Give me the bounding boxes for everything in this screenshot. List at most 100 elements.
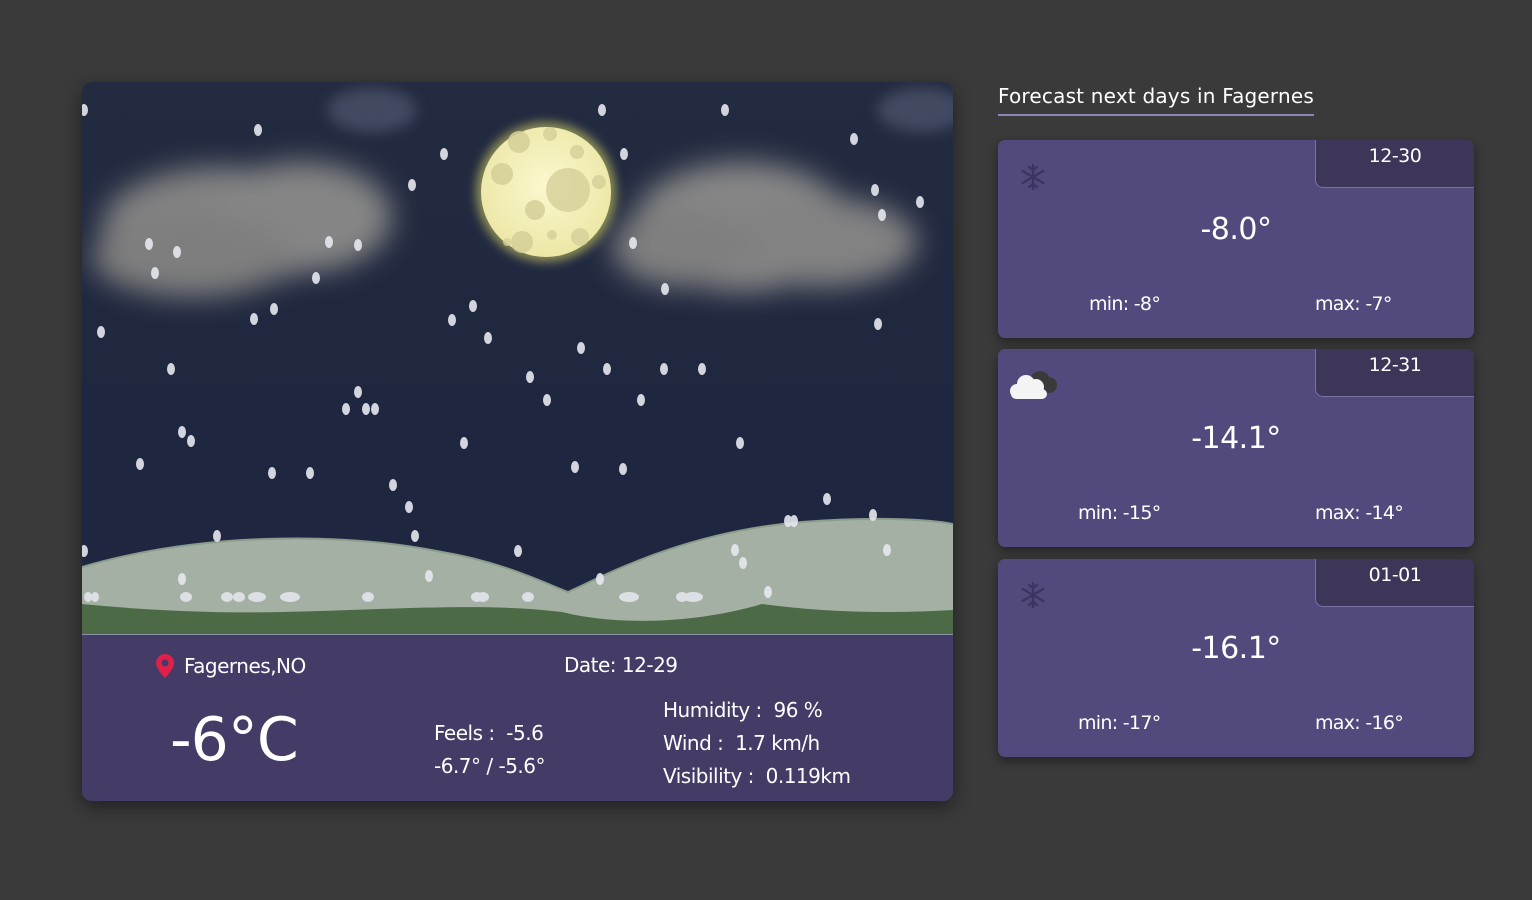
- forecast-min: min: -17°: [1078, 712, 1161, 734]
- snowflake: [389, 479, 397, 491]
- snowflake: [362, 403, 370, 415]
- snowflake: [82, 104, 88, 116]
- snowflake: [878, 209, 886, 221]
- snowflake: [136, 458, 144, 470]
- snowflake: [514, 545, 522, 557]
- forecast-max: max: -7°: [1315, 293, 1392, 315]
- cloud-left: [92, 162, 392, 297]
- settled-snowflake: [683, 592, 703, 602]
- snowflake: [440, 148, 448, 160]
- night-snow-illustration: [82, 88, 953, 634]
- humidity: Humidity : 96 %: [663, 698, 823, 722]
- snowflake: [178, 573, 186, 585]
- haze: [877, 88, 953, 132]
- settled-snowflake: [91, 592, 99, 602]
- settled-snowflake: [233, 592, 245, 602]
- snowflake: [883, 544, 891, 556]
- forecast-temperature: -14.1°: [1191, 421, 1281, 456]
- snowflake: [869, 509, 877, 521]
- snowflake: [620, 148, 628, 160]
- forecast-title: Forecast next days in Fagernes: [998, 84, 1314, 116]
- snowflake: [469, 300, 477, 312]
- snowflake: [874, 318, 882, 330]
- snowflake: [543, 394, 551, 406]
- snowflake: [596, 573, 604, 585]
- cloud-right: [612, 162, 917, 292]
- settled-snowflake: [619, 592, 639, 602]
- snowflake: [178, 426, 186, 438]
- snowflake: [173, 246, 181, 258]
- snowflake: [629, 237, 637, 249]
- snowflake: [526, 371, 534, 383]
- snowflake: [151, 267, 159, 279]
- snowflake: [342, 403, 350, 415]
- snowflake: [603, 363, 611, 375]
- current-temperature: -6°C: [170, 705, 299, 775]
- snowflake: [145, 238, 153, 250]
- snowflake: [312, 272, 320, 284]
- current-weather-info: Fagernes,NO Date: 12-29 -6°C Feels : -5.…: [82, 634, 953, 801]
- snowflake: [425, 570, 433, 582]
- location-name: Fagernes,NO: [184, 654, 306, 678]
- forecast-date: 12-30: [1315, 140, 1474, 188]
- snowflake: [325, 236, 333, 248]
- snowflake: [598, 104, 606, 116]
- snowflake: [167, 363, 175, 375]
- forecast-min: min: -15°: [1078, 502, 1161, 524]
- snowflake: [213, 530, 221, 542]
- forecast-card-day-3: 01-01 -16.1° min: -17° max: -16°: [998, 559, 1474, 757]
- snowflake: [270, 303, 278, 315]
- snowy-hills: [82, 518, 953, 621]
- haze: [327, 88, 417, 132]
- current-date: Date: 12-29: [564, 653, 678, 677]
- feels-like: Feels : -5.6 -6.7° / -5.6°: [434, 717, 546, 783]
- forecast-card-day-1: 12-30 -8.0° min: -8° max: -7°: [998, 140, 1474, 338]
- snowflake: [250, 313, 258, 325]
- snowflake: [660, 363, 668, 375]
- snowflake: [784, 515, 792, 527]
- cloud-icon: [1010, 371, 1057, 399]
- snowflake: [354, 239, 362, 251]
- visibility: Visibility : 0.119km: [663, 764, 851, 788]
- settled-snowflake: [180, 592, 192, 602]
- weather-scene: [82, 82, 953, 634]
- wind: Wind : 1.7 km/h: [663, 731, 820, 755]
- snowflake: [405, 501, 413, 513]
- snowflake: [254, 124, 262, 136]
- forecast-temperature: -16.1°: [1191, 631, 1281, 666]
- snowflake: [371, 403, 379, 415]
- snowflake: [619, 463, 627, 475]
- snowflake-icon: [1021, 163, 1045, 191]
- forecast-max: max: -14°: [1315, 502, 1404, 524]
- forecast-temperature: -8.0°: [1200, 212, 1272, 247]
- forecast-min: min: -8°: [1089, 293, 1161, 315]
- settled-snowflake: [280, 592, 300, 602]
- snowflake: [306, 467, 314, 479]
- snowflake: [850, 133, 858, 145]
- settled-snowflake: [362, 592, 374, 602]
- forecast-date: 01-01: [1315, 559, 1474, 607]
- weather-stats: Humidity : 96 % Wind : 1.7 km/h Visibili…: [663, 694, 851, 793]
- snowflake: [571, 461, 579, 473]
- settled-snowflake: [84, 592, 92, 602]
- snowflake: [82, 545, 88, 557]
- snowflake: [97, 326, 105, 338]
- forecast-card-day-2: 12-31 -14.1° min: -15° max: -14°: [998, 349, 1474, 547]
- current-weather-card: Fagernes,NO Date: 12-29 -6°C Feels : -5.…: [82, 82, 953, 801]
- snowflake: [871, 184, 879, 196]
- temperature-range: -6.7° / -5.6°: [434, 754, 546, 778]
- feels-like-value: Feels : -5.6: [434, 721, 544, 745]
- snowflake: [448, 314, 456, 326]
- settled-snowflake: [477, 592, 489, 602]
- snowflake: [721, 104, 729, 116]
- snowflake: [823, 493, 831, 505]
- snowflake: [577, 342, 585, 354]
- snowflake: [460, 437, 468, 449]
- snowflake: [916, 196, 924, 208]
- snowflake: [411, 530, 419, 542]
- settled-snowflake: [221, 592, 233, 602]
- snowflake: [408, 179, 416, 191]
- map-pin-icon: [156, 654, 174, 678]
- snowflake: [698, 363, 706, 375]
- snowflake: [354, 386, 362, 398]
